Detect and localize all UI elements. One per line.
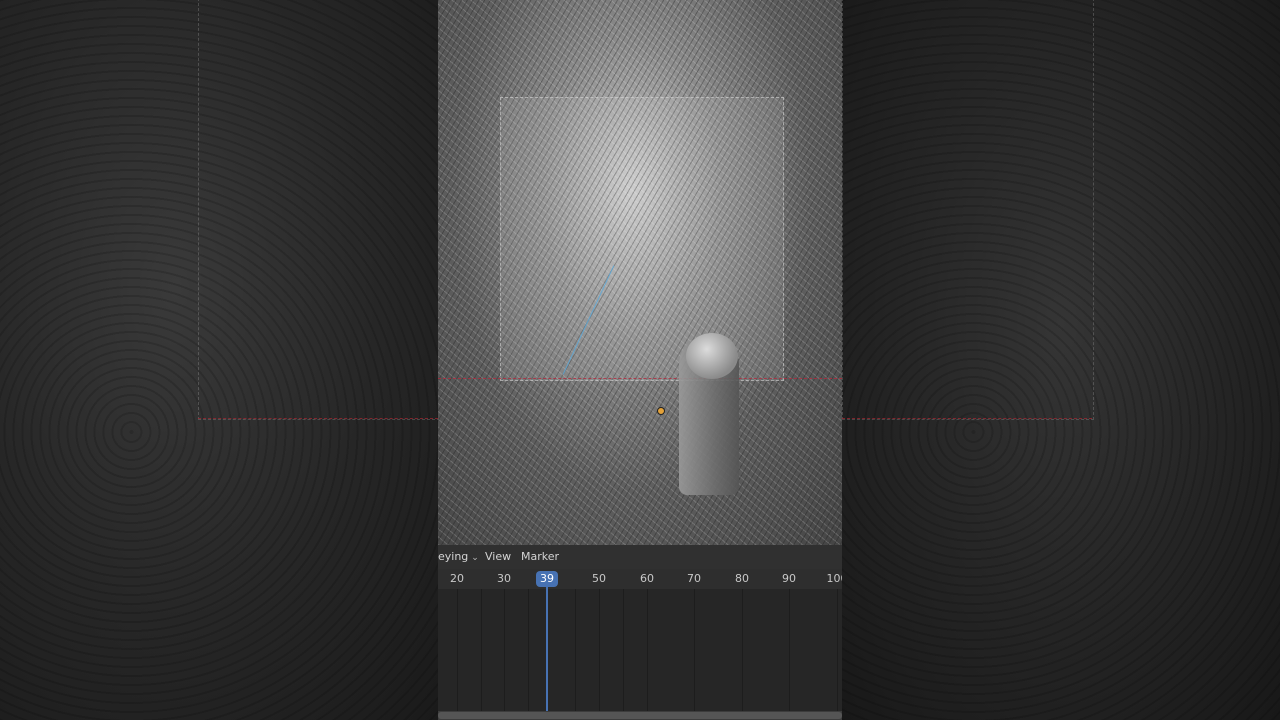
keying-menu-label: eying — [438, 550, 469, 563]
frame-gridline — [694, 589, 695, 711]
3d-viewport[interactable] — [438, 0, 842, 545]
frame-gridline — [789, 589, 790, 711]
ruler-tick: 90 — [782, 572, 796, 585]
ruler-tick: 60 — [640, 572, 654, 585]
frame-gridline — [742, 589, 743, 711]
ruler-tick: 80 — [735, 572, 749, 585]
left-bounding-frame — [198, 0, 438, 420]
ruler-tick: 20 — [450, 572, 464, 585]
left-horizon-line — [198, 418, 438, 419]
frame-gridline — [623, 589, 624, 711]
scrollbar-thumb[interactable] — [438, 712, 842, 719]
frame-gridline — [647, 589, 648, 711]
right-bounding-frame — [842, 0, 1094, 420]
frame-gridline — [575, 589, 576, 711]
frame-gridline — [481, 589, 482, 711]
marker-menu[interactable]: Marker — [521, 550, 559, 563]
timeline-scrollbar[interactable] — [438, 711, 842, 720]
frame-gridline — [599, 589, 600, 711]
frame-gridline — [528, 589, 529, 711]
keying-menu[interactable]: eying ⌄ — [438, 550, 479, 563]
left-blurred-backdrop — [0, 0, 438, 720]
ruler-tick: 100 — [826, 572, 843, 585]
timeline-header: eying ⌄ View Marker — [438, 545, 842, 570]
right-horizon-line — [842, 418, 1092, 419]
ruler-tick: 30 — [497, 572, 511, 585]
timeline-editor[interactable]: eying ⌄ View Marker 20 30 50 60 70 80 90 … — [438, 545, 842, 720]
current-frame-indicator[interactable]: 39 — [536, 571, 558, 587]
timeline-tracks[interactable] — [438, 589, 842, 711]
frame-gridline — [457, 589, 458, 711]
right-blurred-backdrop — [842, 0, 1280, 720]
ruler-tick: 70 — [687, 572, 701, 585]
frame-ruler[interactable]: 20 30 50 60 70 80 90 100 — [438, 569, 842, 589]
camera-frame — [500, 97, 784, 381]
object-origin-marker[interactable] — [657, 407, 665, 415]
view-menu[interactable]: View — [485, 550, 511, 563]
frame-gridline — [837, 589, 838, 711]
ruler-tick: 50 — [592, 572, 606, 585]
playhead-line[interactable] — [546, 587, 548, 720]
viewport-horizon-line — [438, 378, 842, 379]
chevron-down-icon: ⌄ — [471, 553, 479, 563]
frame-gridline — [504, 589, 505, 711]
bone-head[interactable] — [686, 333, 738, 379]
